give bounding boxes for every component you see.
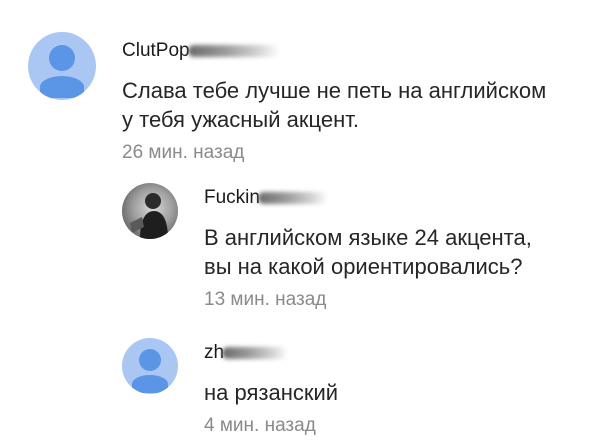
person-silhouette-icon [130,193,168,239]
author-redaction [187,44,280,57]
reply-item: zh на рязанский 4 мин. назад [122,338,338,439]
user-photo-avatar[interactable] [122,183,178,239]
reply-author[interactable]: zh [204,340,338,366]
reply-timestamp: 13 мин. назад [204,289,327,310]
comment-timestamp: 26 мин. назад [122,142,245,163]
reply-text: на рязанский [204,380,339,405]
comment-author[interactable]: ClutPop [122,38,546,64]
default-user-icon[interactable] [122,338,178,394]
reply-timestamp: 4 мин. назад [204,415,316,436]
default-user-icon[interactable] [28,32,96,100]
comment-item: ClutPop Слава тебе лучше не петь на англ… [28,32,546,166]
comment-text: Слава тебе лучше не петь на английском у… [122,78,547,132]
reply-item: Fuckin В английском языке 24 акцента, вы… [122,183,532,313]
author-redaction [222,346,289,359]
author-redaction [257,191,328,204]
reply-author[interactable]: Fuckin [204,185,532,211]
reply-text: В английском языке 24 акцента, вы на как… [204,225,532,279]
